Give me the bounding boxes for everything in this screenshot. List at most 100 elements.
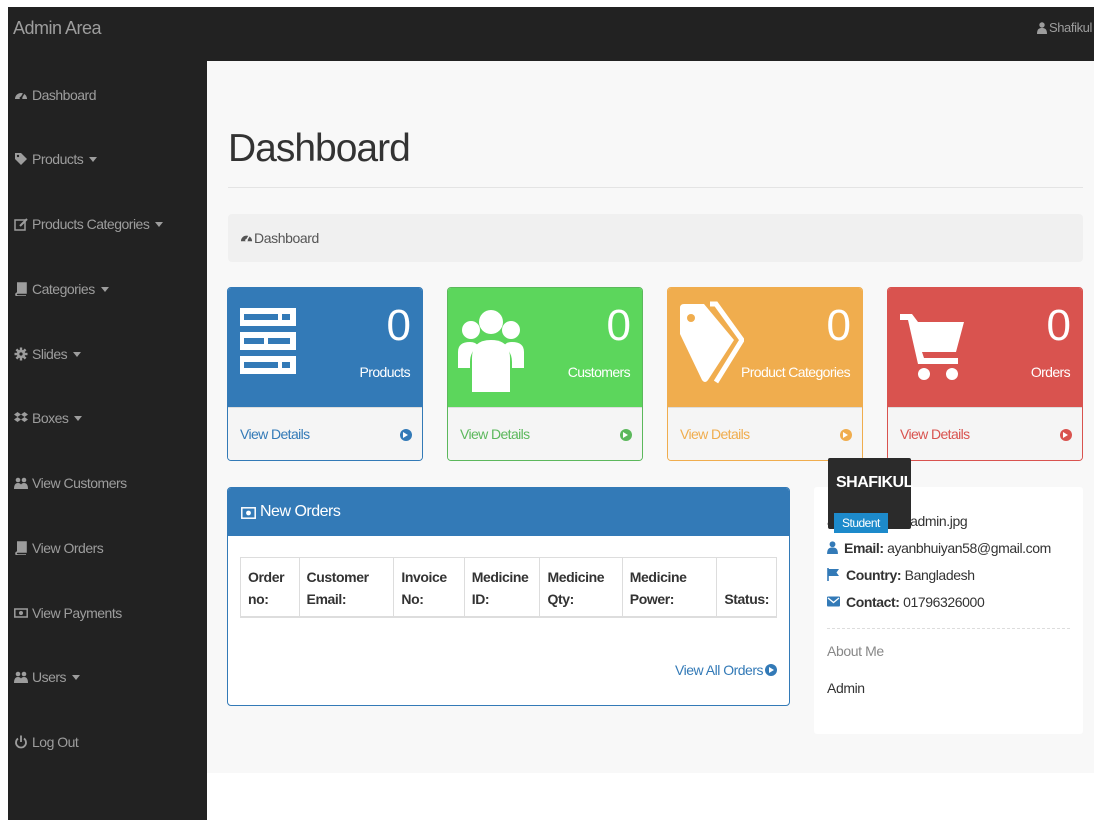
products-label: Products xyxy=(359,364,411,380)
new-orders-heading: New Orders xyxy=(228,488,789,536)
arrow-circle-right-icon[interactable] xyxy=(840,429,852,441)
user-menu[interactable]: Shafikul xyxy=(1036,7,1092,51)
title-divider xyxy=(228,187,1083,188)
panel-footer[interactable]: View Details xyxy=(228,407,422,460)
panel-footer[interactable]: View Details xyxy=(668,407,862,460)
product-categories-label: Product Categories xyxy=(740,364,851,380)
arrow-circle-right-icon xyxy=(765,664,777,676)
sidebar-item-view-customers[interactable]: View Customers xyxy=(14,469,127,497)
orders-stat-panel: 0 Orders View Details xyxy=(887,287,1083,461)
view-details-link[interactable]: View Details xyxy=(460,426,530,442)
dropbox-icon xyxy=(14,406,28,422)
column-header: Medicine Qty: xyxy=(539,557,623,618)
arrow-circle-right-icon[interactable] xyxy=(400,429,412,441)
panel-heading: 0 Orders xyxy=(888,288,1082,407)
caret-down-icon xyxy=(89,157,98,162)
sidebar: Dashboard Products Products Categories C… xyxy=(8,61,207,820)
dashboard-icon xyxy=(14,83,28,100)
sidebar-item-label: Categories xyxy=(32,281,95,297)
email-label: Email: xyxy=(844,540,884,556)
users-icon xyxy=(14,471,28,489)
sidebar-item-label: View Payments xyxy=(32,605,122,621)
orders-table: Order no: Customer Email: Invoice No: Me… xyxy=(240,557,777,618)
email-value: ayanbhuiyan58@gmail.com xyxy=(887,540,1051,556)
money-icon xyxy=(241,506,256,524)
page-title: Dashboard xyxy=(228,127,411,170)
column-header: Medicine ID: xyxy=(463,557,541,618)
tags-icon xyxy=(678,300,746,395)
shopping-cart-icon xyxy=(898,300,968,389)
tasks-icon xyxy=(238,300,298,385)
profile-contact: Contact: 01796326000 xyxy=(827,594,985,611)
sidebar-item-label: Log Out xyxy=(32,734,79,750)
sidebar-item-slides[interactable]: Slides xyxy=(14,340,82,368)
breadcrumb-item[interactable]: Dashboard xyxy=(254,214,319,262)
new-orders-title: New Orders xyxy=(260,503,341,520)
sidebar-item-log-out[interactable]: Log Out xyxy=(14,728,79,756)
view-all-orders-label: View All Orders xyxy=(675,662,763,678)
users-icon xyxy=(14,665,28,683)
sidebar-item-view-orders[interactable]: View Orders xyxy=(14,534,104,562)
column-header: Customer Email: xyxy=(298,557,395,618)
view-details-link[interactable]: View Details xyxy=(680,426,750,442)
caret-down-icon xyxy=(72,675,81,680)
arrow-circle-right-icon[interactable] xyxy=(1060,429,1072,441)
profile-divider xyxy=(827,628,1070,629)
sidebar-item-view-payments[interactable]: View Payments xyxy=(14,599,122,627)
panel-heading: 0 Customers xyxy=(448,288,642,407)
about-me-heading: About Me xyxy=(827,643,884,659)
sidebar-item-label: View Customers xyxy=(32,475,127,491)
power-icon xyxy=(14,730,28,749)
about-me-text: Admin xyxy=(827,680,865,696)
products-stat-panel: 0 Products View Details xyxy=(227,287,423,461)
panel-heading: 0 Product Categories xyxy=(668,288,862,407)
contact-label: Contact: xyxy=(846,594,900,610)
book-icon xyxy=(14,277,28,297)
column-header: Status: xyxy=(716,557,777,618)
panel-footer[interactable]: View Details xyxy=(448,407,642,460)
products-count: 0 xyxy=(386,301,412,350)
column-header: Order no: xyxy=(240,557,300,618)
sidebar-item-users[interactable]: Users xyxy=(14,663,81,691)
sidebar-item-label: Boxes xyxy=(32,410,69,426)
profile-name-overlay: SHAFIKUL Student xyxy=(828,458,913,533)
view-details-link[interactable]: View Details xyxy=(240,426,310,442)
caret-down-icon xyxy=(100,287,109,292)
user-icon xyxy=(1036,9,1047,51)
view-all-orders-link[interactable]: View All Orders xyxy=(675,662,777,678)
sidebar-item-products-categories[interactable]: Products Categories xyxy=(14,210,164,238)
view-details-link[interactable]: View Details xyxy=(900,426,970,442)
panel-footer[interactable]: View Details xyxy=(888,407,1082,460)
sidebar-item-label: View Orders xyxy=(32,540,104,556)
caret-down-icon xyxy=(74,416,83,421)
users-icon xyxy=(458,300,524,397)
contact-value: 01796326000 xyxy=(903,594,985,610)
caret-down-icon xyxy=(73,352,82,357)
profile-country: Country: Bangladesh xyxy=(827,567,975,584)
table-header-row: Order no: Customer Email: Invoice No: Me… xyxy=(240,557,777,618)
breadcrumb: Dashboard xyxy=(228,214,1083,262)
sidebar-item-products[interactable]: Products xyxy=(14,145,98,173)
country-value: Bangladesh xyxy=(904,567,975,583)
brand-link[interactable]: Admin Area xyxy=(13,7,102,49)
top-navbar: Admin Area Shafikul xyxy=(8,7,1094,61)
sidebar-item-categories[interactable]: Categories xyxy=(14,275,109,303)
customers-count: 0 xyxy=(606,301,632,350)
customers-stat-panel: 0 Customers View Details xyxy=(447,287,643,461)
sidebar-item-label: Slides xyxy=(32,346,68,362)
edit-icon xyxy=(14,212,28,231)
orders-count: 0 xyxy=(1046,301,1072,350)
sidebar-item-label: Users xyxy=(32,669,67,685)
flag-icon xyxy=(827,568,840,584)
arrow-circle-right-icon[interactable] xyxy=(620,429,632,441)
sidebar-item-label: Dashboard xyxy=(32,87,97,103)
sidebar-item-label: Products Categories xyxy=(32,216,150,232)
column-header: Medicine Power: xyxy=(621,557,718,618)
profile-name: SHAFIKUL xyxy=(836,474,913,491)
user-name: Shafikul xyxy=(1048,20,1092,35)
cog-icon xyxy=(14,342,28,361)
sidebar-item-dashboard[interactable]: Dashboard xyxy=(14,81,97,109)
sidebar-item-boxes[interactable]: Boxes xyxy=(14,404,83,432)
envelope-icon xyxy=(827,595,840,611)
column-header: Invoice No: xyxy=(393,557,465,618)
